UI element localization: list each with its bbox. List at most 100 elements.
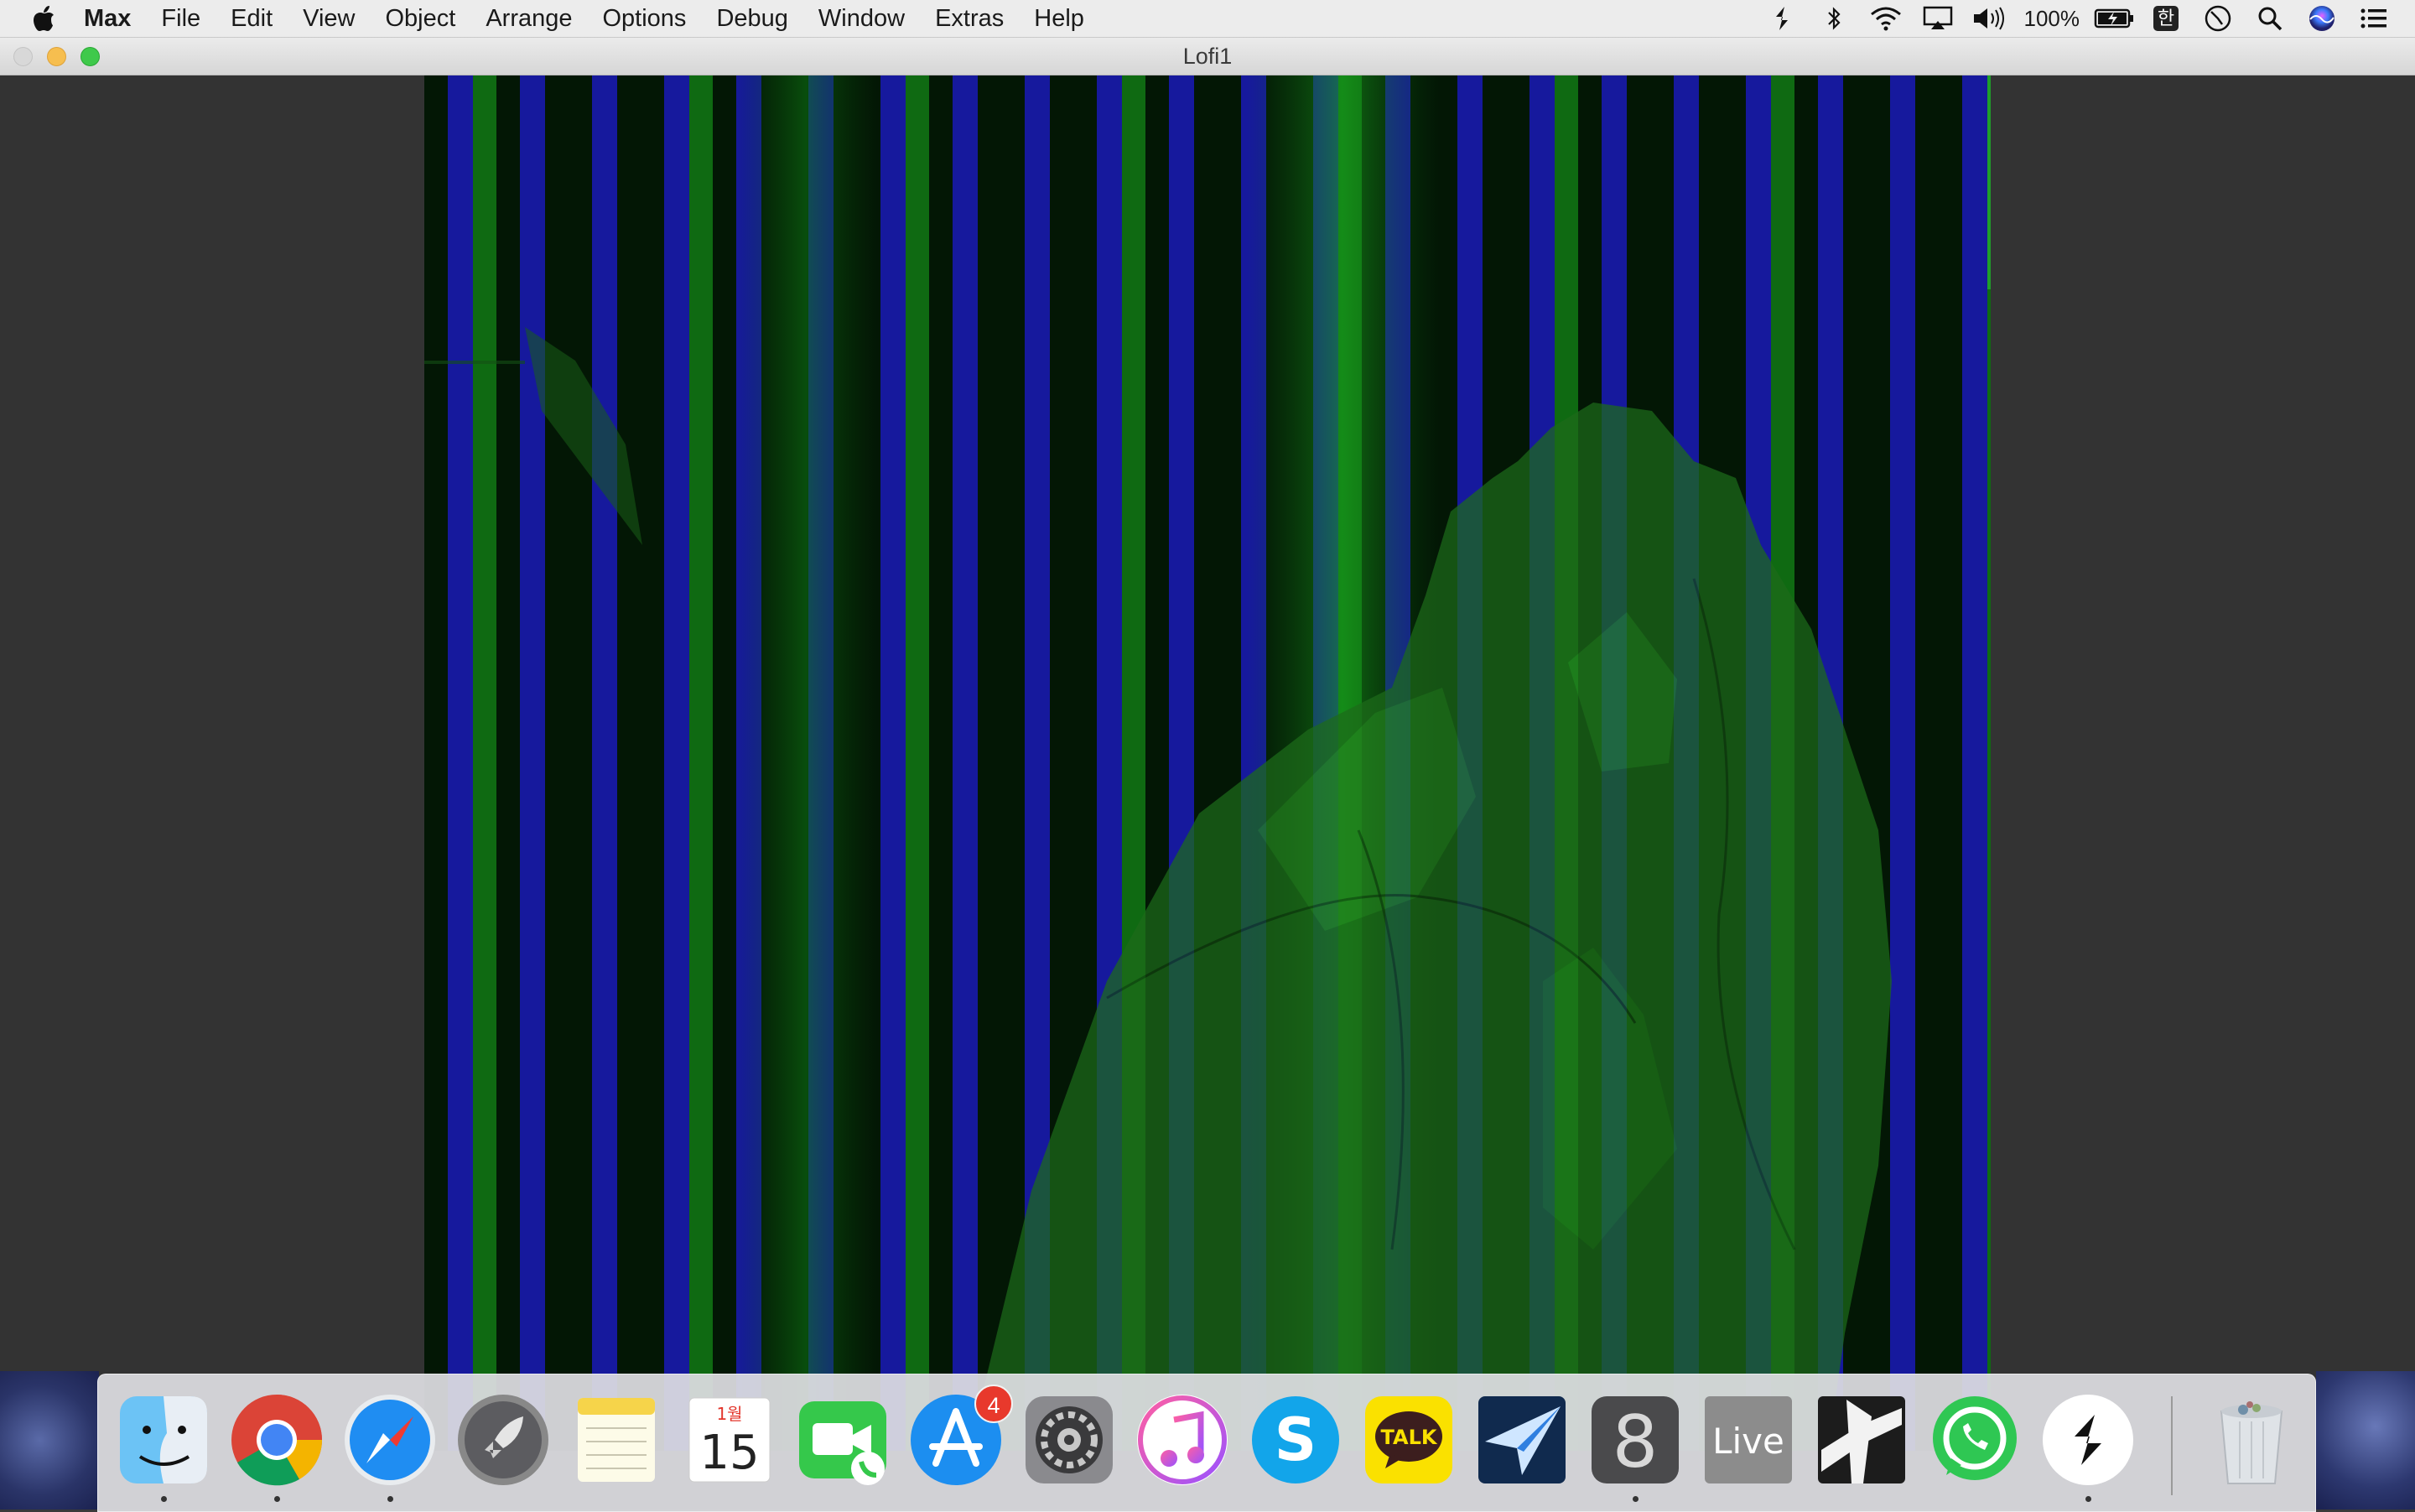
whatsapp-icon — [1933, 1396, 2017, 1480]
siri-icon[interactable] — [2296, 0, 2348, 37]
battery-charging-icon[interactable] — [2088, 0, 2140, 37]
chrome-icon — [231, 1395, 323, 1486]
dock-item-notes[interactable] — [568, 1391, 665, 1489]
stripe — [617, 75, 641, 1451]
ableton-live-label: Live — [1712, 1421, 1784, 1462]
dock-item-max8[interactable]: 8 — [1587, 1391, 1684, 1502]
battery-percent: 100% — [2023, 5, 2080, 31]
max8-label: 8 — [1613, 1400, 1659, 1484]
dock-item-trash[interactable] — [2203, 1391, 2300, 1489]
svg-text:S: S — [1275, 1405, 1317, 1474]
menu-object[interactable]: Object — [370, 0, 470, 37]
stripe — [496, 75, 520, 1451]
stripe — [929, 75, 953, 1451]
menu-extras[interactable]: Extras — [920, 0, 1019, 37]
stripe — [713, 75, 736, 1451]
kakaotalk-label: TALK — [1381, 1426, 1438, 1449]
running-indicator — [161, 1496, 167, 1502]
splice-icon — [2043, 1395, 2133, 1485]
video-output — [424, 75, 1991, 1451]
dock-item-chrome[interactable] — [228, 1391, 325, 1502]
desktop-wallpaper-right — [2316, 1371, 2415, 1509]
dock-item-skype[interactable]: S — [1247, 1391, 1344, 1489]
dock-item-calendar[interactable]: 1월 15 — [681, 1391, 778, 1489]
finder-icon — [120, 1396, 207, 1483]
stripe — [1890, 75, 1915, 1451]
kakaotalk-icon: TALK — [1365, 1396, 1452, 1483]
dock-item-airmail[interactable] — [1473, 1391, 1571, 1489]
facetime-icon — [799, 1401, 886, 1485]
dock-item-safari[interactable] — [341, 1391, 439, 1502]
airplay-icon[interactable] — [1912, 0, 1964, 37]
presentation-canvas — [0, 75, 2415, 1509]
menu-view[interactable]: View — [288, 0, 370, 37]
stripe — [978, 75, 1001, 1451]
window-titlebar[interactable]: Lofi1 — [0, 38, 2415, 75]
dock-item-facetime[interactable] — [794, 1391, 891, 1489]
dock-item-itunes[interactable] — [1134, 1391, 1231, 1489]
menu-arrange[interactable]: Arrange — [470, 0, 587, 37]
stripe — [1939, 75, 1962, 1451]
dock: 1월 15 4 S TALK 8 Live — [97, 1374, 2316, 1512]
clock-icon[interactable] — [2192, 0, 2244, 37]
stripe — [953, 75, 978, 1451]
stripe — [424, 75, 448, 1451]
stripe — [473, 75, 496, 1451]
system-preferences-icon — [1026, 1396, 1113, 1483]
itunes-icon — [1137, 1395, 1228, 1485]
dock-separator — [2171, 1396, 2173, 1495]
menu-help[interactable]: Help — [1019, 0, 1099, 37]
dock-item-kakaotalk[interactable]: TALK — [1360, 1391, 1457, 1489]
notes-icon — [578, 1398, 655, 1482]
airmail-icon — [1478, 1396, 1566, 1483]
wifi-icon[interactable] — [1860, 0, 1912, 37]
max8-icon: 8 — [1592, 1396, 1679, 1484]
trash-icon — [2220, 1401, 2283, 1484]
calendar-icon: 1월 15 — [688, 1397, 771, 1483]
menu-window[interactable]: Window — [803, 0, 920, 37]
running-indicator — [1633, 1496, 1639, 1502]
volume-icon[interactable] — [1964, 0, 2016, 37]
menu-file[interactable]: File — [146, 0, 216, 37]
menu-app-name[interactable]: Max — [69, 0, 146, 37]
ableton-live-icon: Live — [1705, 1396, 1792, 1483]
glow-band-left — [735, 75, 877, 1451]
skype-icon: S — [1252, 1396, 1339, 1483]
dock-item-whatsapp[interactable] — [1926, 1391, 2023, 1489]
stripe — [1915, 75, 1939, 1451]
dock-item-splice[interactable] — [2039, 1391, 2137, 1502]
dock-item-system-preferences[interactable] — [1021, 1391, 1118, 1489]
dock-item-finder[interactable] — [115, 1391, 212, 1502]
calendar-day: 15 — [699, 1426, 759, 1480]
dock-item-launchpad[interactable] — [454, 1391, 552, 1489]
stripe — [592, 75, 617, 1451]
apple-menu-icon[interactable] — [18, 5, 69, 32]
input-method-icon[interactable]: 한 — [2140, 0, 2192, 37]
desktop-wallpaper-left — [0, 1371, 99, 1509]
stripe — [448, 75, 473, 1451]
menu-options[interactable]: Options — [587, 0, 701, 37]
stripe — [880, 75, 906, 1451]
menu-debug[interactable]: Debug — [701, 0, 802, 37]
input-method-label: 한 — [2153, 6, 2179, 31]
stripe — [569, 75, 592, 1451]
stripe — [689, 75, 713, 1451]
window-title: Lofi1 — [1182, 44, 1233, 69]
calendar-month: 1월 — [716, 1404, 742, 1424]
stripe — [520, 75, 545, 1451]
stripe — [1867, 75, 1890, 1451]
spotlight-icon[interactable] — [2244, 0, 2296, 37]
running-indicator — [2085, 1496, 2091, 1502]
video-edge-highlight — [1987, 75, 1991, 289]
menu-edit[interactable]: Edit — [216, 0, 288, 37]
running-indicator — [274, 1496, 280, 1502]
dock-item-ableton-live[interactable]: Live — [1700, 1391, 1797, 1489]
app-status-icon[interactable] — [1756, 0, 1808, 37]
notification-center-icon[interactable] — [2348, 0, 2400, 37]
dock-item-app-store[interactable]: 4 — [907, 1385, 1013, 1489]
notification-badge: 4 — [974, 1385, 1013, 1423]
stripe — [664, 75, 689, 1451]
bluetooth-icon[interactable] — [1808, 0, 1860, 37]
dock-item-sonic-app[interactable] — [1813, 1391, 1910, 1489]
stripe — [906, 75, 929, 1451]
